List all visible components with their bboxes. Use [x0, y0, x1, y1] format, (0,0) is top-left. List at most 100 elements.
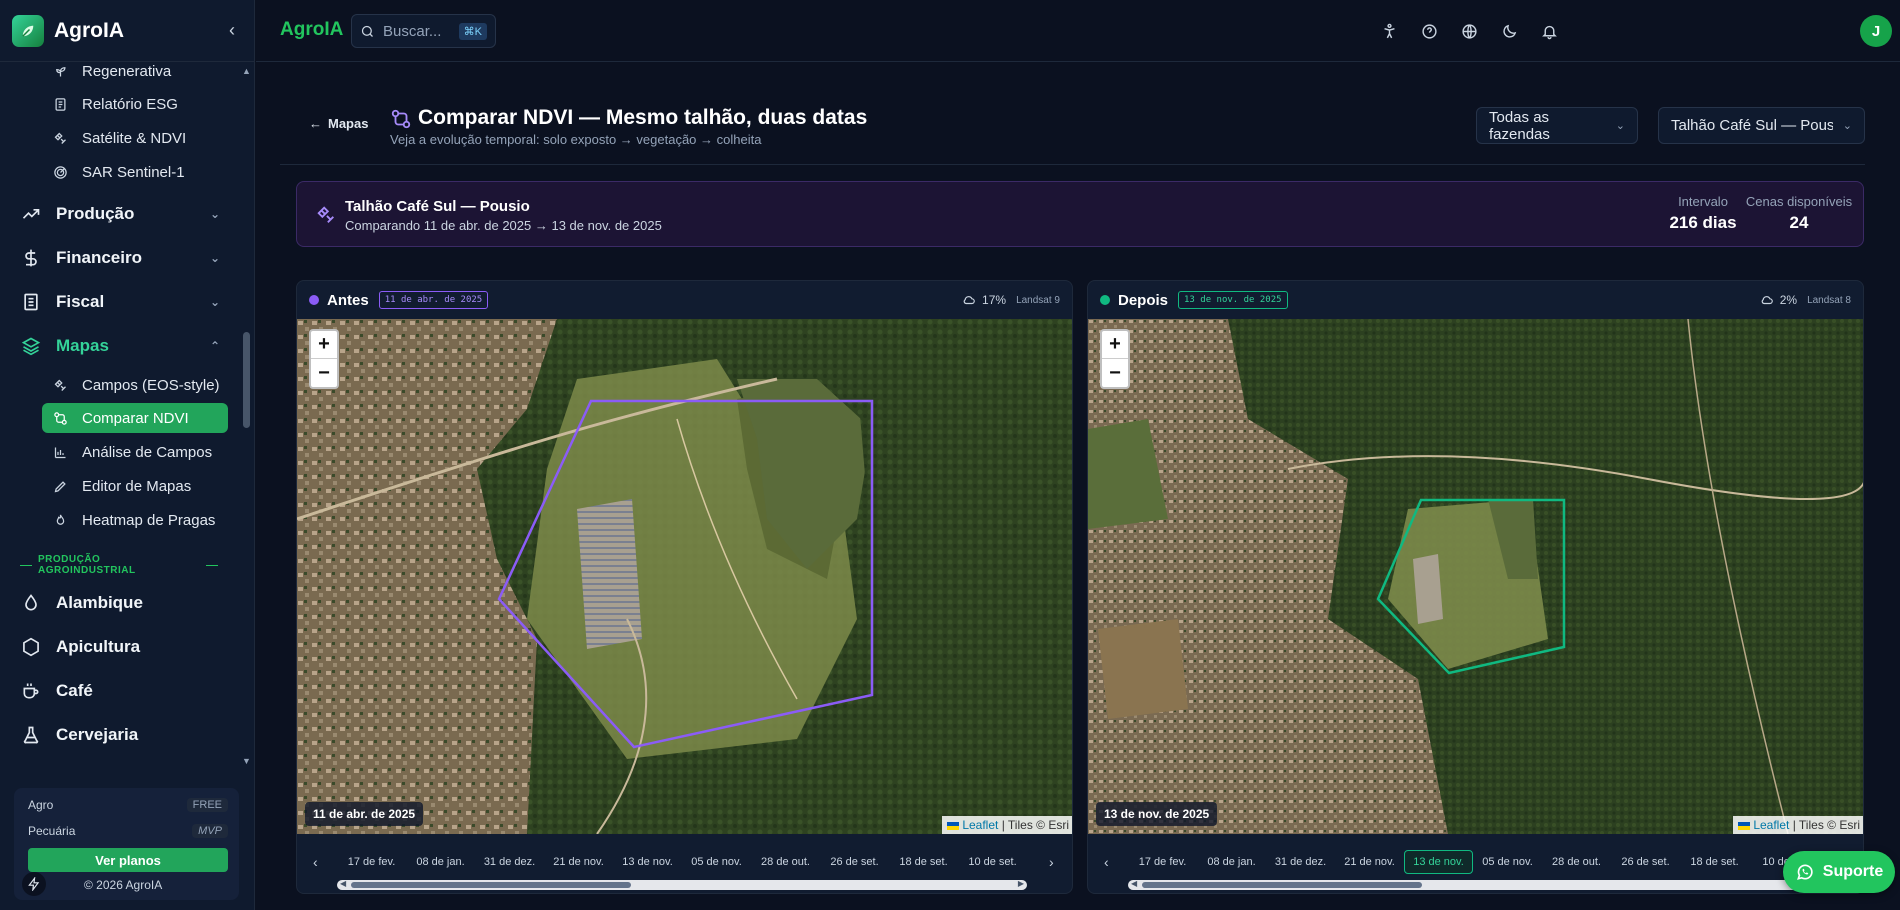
- timeline-date-item[interactable]: 28 de out.: [1542, 850, 1611, 874]
- ver-planos-button[interactable]: Ver planos: [28, 848, 228, 872]
- sidebar-item-regenerativa[interactable]: Regenerativa: [42, 62, 228, 86]
- zoom-in-button[interactable]: +: [1102, 331, 1128, 359]
- field-select[interactable]: Talhão Café Sul — Pousio ⌄: [1658, 107, 1865, 144]
- scrollbar-thumb[interactable]: [243, 332, 250, 428]
- timeline-date-item[interactable]: 18 de set.: [1680, 850, 1749, 874]
- sidebar-scrollbar[interactable]: ▲ ▼: [239, 62, 254, 770]
- zoom-out-button[interactable]: −: [1102, 359, 1128, 387]
- chevron-down-icon: ⌄: [209, 207, 220, 221]
- receipt-icon: [20, 291, 42, 313]
- banner-title: Talhão Café Sul — Pousio: [345, 198, 530, 215]
- support-button[interactable]: Suporte: [1783, 851, 1895, 893]
- map-attribution: Leaflet | Tiles © Esri: [1732, 816, 1863, 834]
- sidebar-group-producao[interactable]: Produção ⌄: [20, 198, 220, 230]
- scrollbar-thumb[interactable]: [1142, 882, 1422, 888]
- timeline-prev-icon[interactable]: ‹: [313, 854, 318, 870]
- scroll-left-icon[interactable]: ◀: [1131, 879, 1137, 888]
- scroll-left-icon[interactable]: ◀: [340, 879, 346, 888]
- timeline-date-item[interactable]: 17 de fev.: [1128, 850, 1197, 874]
- timeline-next-icon[interactable]: ›: [1049, 854, 1054, 870]
- before-timeline-items: 17 de fev. 08 de jan. 31 de dez. 21 de nov.…: [337, 850, 1017, 876]
- scroll-down-icon[interactable]: ▼: [242, 756, 251, 766]
- timeline-date-item[interactable]: 18 de set.: [889, 850, 958, 874]
- sidebar-item-relatorio-esg[interactable]: Relatório ESG: [42, 89, 228, 119]
- search-box[interactable]: Buscar... ⌘K: [351, 14, 496, 48]
- sidebar-item-editor-mapas[interactable]: Editor de Mapas: [42, 471, 228, 501]
- drop-icon: [20, 592, 42, 614]
- farm-select[interactable]: Todas as fazendas ⌄: [1476, 107, 1638, 144]
- bar-chart-icon: [52, 444, 68, 460]
- search-icon: [361, 25, 373, 37]
- zoom-out-button[interactable]: −: [311, 359, 337, 387]
- sidebar-item-analise-campos[interactable]: Análise de Campos: [42, 437, 228, 467]
- sidebar-group-mapas[interactable]: Mapas ⌃: [20, 330, 220, 362]
- timeline-date-item[interactable]: 10 de set.: [958, 850, 1017, 874]
- timeline-date-item[interactable]: 21 de nov.: [544, 850, 613, 874]
- cloud-icon: [963, 296, 975, 305]
- scrollbar-thumb[interactable]: [351, 882, 631, 888]
- bolt-icon[interactable]: [22, 872, 46, 896]
- moon-icon[interactable]: [1498, 20, 1520, 42]
- timeline-date-item[interactable]: 31 de dez.: [1266, 850, 1335, 874]
- divider: [280, 164, 1865, 165]
- page-title: Comparar NDVI — Mesmo talhão, duas datas: [418, 106, 868, 129]
- timeline-date-item[interactable]: 26 de set.: [820, 850, 889, 874]
- scroll-up-icon[interactable]: ▲: [242, 66, 251, 76]
- sidebar-item-heatmap-pragas[interactable]: Heatmap de Pragas: [42, 505, 228, 535]
- timeline-date-item[interactable]: 21 de nov.: [1335, 850, 1404, 874]
- whatsapp-icon: [1795, 862, 1815, 882]
- timeline-date-item[interactable]: 28 de out.: [751, 850, 820, 874]
- zoom-in-button[interactable]: +: [311, 331, 337, 359]
- coffee-icon: [20, 680, 42, 702]
- before-timeline-scrollbar[interactable]: ◀ ▶: [337, 879, 1027, 890]
- timeline-date-item[interactable]: 05 de nov.: [682, 850, 751, 874]
- sidebar-item-cervejaria[interactable]: Cervejaria: [20, 719, 220, 751]
- back-to-mapas-link[interactable]: ← Mapas: [309, 116, 368, 131]
- compare-icon: [391, 109, 411, 129]
- search-input[interactable]: Buscar...: [383, 23, 459, 40]
- before-timeline: ‹ 17 de fev. 08 de jan. 31 de dez. 21 de no…: [297, 834, 1072, 893]
- after-map[interactable]: + − 13 de nov. de 2025 Leaflet | Tiles ©…: [1088, 319, 1863, 834]
- after-panel: Depois 13 de nov. de 2025 2% Landsat 8 +…: [1087, 280, 1864, 894]
- accessibility-icon[interactable]: [1378, 20, 1400, 42]
- sprout-icon: [52, 63, 68, 79]
- sidebar-item-apicultura[interactable]: Apicultura: [20, 631, 220, 663]
- collapse-sidebar-icon[interactable]: ‹: [222, 20, 242, 41]
- bell-icon[interactable]: [1538, 20, 1560, 42]
- timeline-date-item[interactable]: 31 de dez.: [475, 850, 544, 874]
- sidebar-group-fiscal[interactable]: Fiscal ⌄: [20, 286, 220, 318]
- timeline-prev-icon[interactable]: ‹: [1104, 854, 1109, 870]
- timeline-date-item[interactable]: 26 de set.: [1611, 850, 1680, 874]
- timeline-date-item[interactable]: 13 de nov.: [613, 850, 682, 874]
- arrow-left-icon: ←: [309, 116, 322, 131]
- sidebar-item-sar-sentinel[interactable]: SAR Sentinel-1: [42, 157, 228, 187]
- scroll-right-icon[interactable]: ▶: [1018, 879, 1024, 888]
- leaf-logo-icon: [12, 14, 44, 47]
- chevron-up-icon: ⌃: [209, 339, 220, 353]
- sidebar-item-comparar-ndvi[interactable]: Comparar NDVI: [42, 403, 228, 433]
- sidebar-item-cafe[interactable]: Café: [20, 675, 220, 707]
- timeline-date-item[interactable]: 17 de fev.: [337, 850, 406, 874]
- after-timeline-items: 17 de fev. 08 de jan. 31 de dez. 21 de nov.…: [1128, 850, 1808, 876]
- timeline-date-item[interactable]: 08 de jan.: [1197, 850, 1266, 874]
- section-label-producao-agroindustrial: PRODUÇÃO AGROINDUSTRIAL: [14, 554, 224, 576]
- topbar: AgroIA Buscar... ⌘K J: [256, 0, 1900, 62]
- user-avatar[interactable]: J: [1860, 15, 1892, 47]
- sidebar-item-campos[interactable]: Campos (EOS-style): [42, 370, 228, 400]
- interval-stat: Intervalo 216 dias: [1669, 194, 1737, 232]
- sidebar-item-alambique[interactable]: Alambique: [20, 587, 220, 619]
- sidebar-item-satelite-ndvi[interactable]: Satélite & NDVI: [42, 123, 228, 153]
- timeline-date-item[interactable]: 05 de nov.: [1473, 850, 1542, 874]
- help-icon[interactable]: [1418, 20, 1440, 42]
- leaflet-link[interactable]: Leaflet: [1753, 818, 1789, 832]
- before-map[interactable]: + − 11 de abr. de 2025 Leaflet | Tiles ©…: [297, 319, 1072, 834]
- sidebar-group-financeiro[interactable]: Financeiro ⌄: [20, 242, 220, 274]
- globe-icon[interactable]: [1458, 20, 1480, 42]
- plan-badge-free: FREE: [186, 798, 228, 812]
- timeline-date-item[interactable]: 13 de nov.: [1404, 850, 1473, 874]
- leaflet-link[interactable]: Leaflet: [962, 818, 998, 832]
- timeline-date-item[interactable]: 08 de jan.: [406, 850, 475, 874]
- page-subtitle: Veja a evolução temporal: solo exposto →…: [390, 132, 762, 147]
- after-timeline-scrollbar[interactable]: ◀: [1128, 879, 1818, 890]
- pen-icon: [52, 478, 68, 494]
